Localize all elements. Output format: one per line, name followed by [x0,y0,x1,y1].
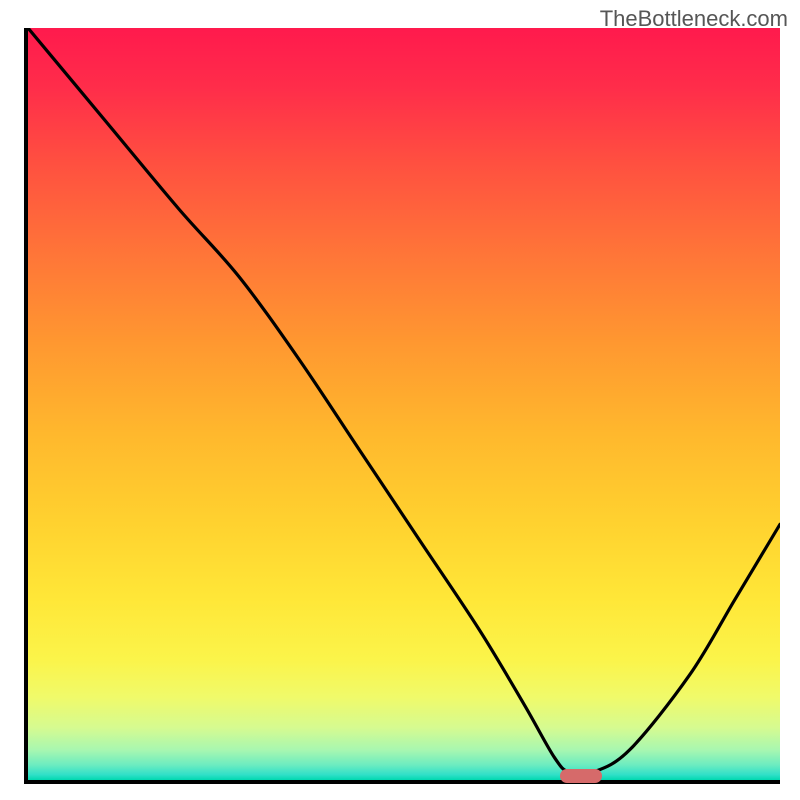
plot-area [24,28,780,784]
gradient-background [28,28,780,780]
chart-container: TheBottleneck.com [0,0,800,800]
minimum-marker [560,769,602,783]
watermark-text: TheBottleneck.com [600,6,788,32]
